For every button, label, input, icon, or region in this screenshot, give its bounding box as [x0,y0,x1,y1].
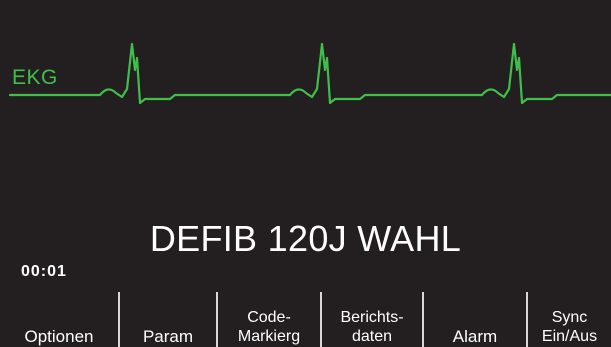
ekg-lead-label: EKG [12,66,58,89]
softkey-bar: Optionen Param Code- Markierg Berichts- … [0,292,611,347]
elapsed-timer: 00:01 [21,263,67,280]
softkey-label-line2: Optionen [24,327,94,346]
softkey-code-markierg[interactable]: Code- Markierg [218,292,320,347]
softkey-sync-ein-aus[interactable]: Sync Ein/Aus [528,292,611,347]
softkey-param[interactable]: Param [120,292,216,347]
softkey-label-line2: Markierg [237,328,301,345]
softkey-label-line2: daten [351,328,393,345]
status-message: DEFIB 120J WAHL [149,218,462,259]
softkey-label-line2: Ein/Aus [541,328,598,345]
softkey-label-line1: Berichts- [340,309,404,326]
softkey-label-line1: Code- [247,309,291,326]
ekg-waveform [8,42,611,105]
softkey-berichtsdaten[interactable]: Berichts- daten [322,292,422,347]
monitor-screen: EKG DEFIB 120J WAHL 00:01 Optionen Param… [0,0,611,347]
softkey-label-line1: Sync [551,309,588,326]
softkey-alarm[interactable]: Alarm [424,292,526,347]
softkey-label-line2: Param [142,327,194,346]
softkey-label-line2: Alarm [452,327,498,346]
softkey-optionen[interactable]: Optionen [0,292,118,347]
